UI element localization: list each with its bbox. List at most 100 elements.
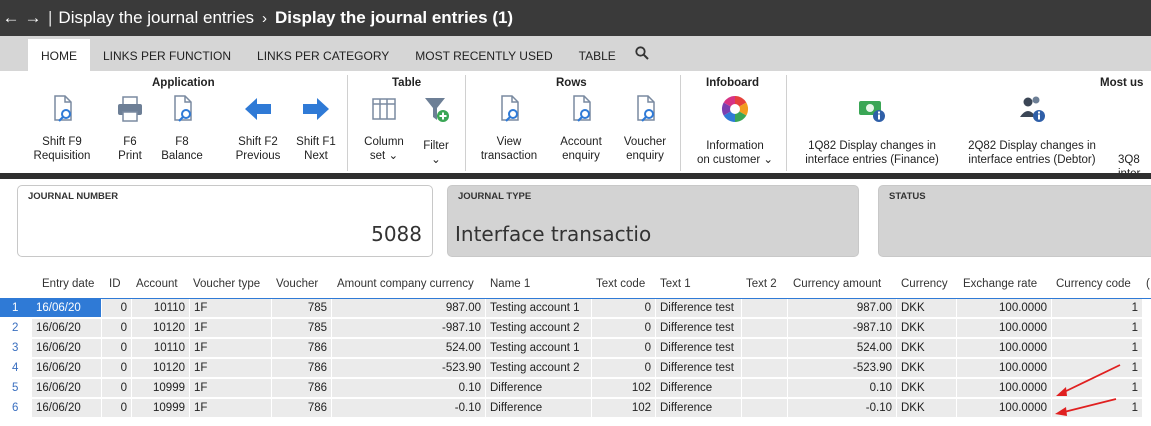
col-header-truncated[interactable]: ( [1146,278,1150,290]
col-header-currency-amount[interactable]: Currency amount [793,278,881,290]
table-row[interactable]: 1 16/06/20 0 10110 1F 785 987.00 Testing accoun… [0,298,1151,318]
row-number[interactable]: 3 [0,339,32,357]
cell-entry-date[interactable]: 16/06/20 [32,379,102,397]
cell-amount-company-currency[interactable]: 0.10 [332,379,486,397]
tab-most-recently-used[interactable]: MOST RECENTLY USED [402,41,565,71]
row-number[interactable]: 2 [0,319,32,337]
cell-currency-amount[interactable]: 524.00 [788,339,897,357]
account-enquiry-button[interactable]: Account enquiry [545,93,617,163]
cell-amount-company-currency[interactable]: -0.10 [332,399,486,417]
col-header-voucher-type[interactable]: Voucher type [193,278,260,290]
cell-account[interactable]: 10999 [132,399,190,417]
cell-name-1[interactable]: Testing account 2 [486,319,592,337]
table-row[interactable]: 3 16/06/20 0 10110 1F 786 524.00 Testing accoun… [0,338,1151,358]
cell-voucher-type[interactable]: 1F [190,379,272,397]
cell-currency-code[interactable]: 1 [1052,399,1143,417]
cell-text-1[interactable]: Difference test [656,299,742,317]
cell-id[interactable]: 0 [102,379,132,397]
cell-text-2[interactable] [742,299,788,317]
cell-text-code[interactable]: 102 [592,379,656,397]
tab-links-per-category[interactable]: LINKS PER CATEGORY [244,41,402,71]
cell-amount-company-currency[interactable]: 524.00 [332,339,486,357]
cell-voucher[interactable]: 786 [272,379,332,397]
table-row[interactable]: 6 16/06/20 0 10999 1F 786 -0.10 Difference 102 Di… [0,398,1151,418]
cell-voucher[interactable]: 786 [272,359,332,377]
cell-text-code[interactable]: 0 [592,359,656,377]
view-transaction-button[interactable]: View transaction [473,93,545,163]
cell-exchange-rate[interactable]: 100.0000 [957,319,1052,337]
col-header-text-2[interactable]: Text 2 [746,278,777,290]
display-changes-finance-button[interactable]: 1Q82 Display changes in interface entrie… [797,93,947,167]
cell-currency[interactable]: DKK [897,399,957,417]
tab-table[interactable]: TABLE [566,41,629,71]
table-row[interactable]: 5 16/06/20 0 10999 1F 786 0.10 Difference 102 Dif… [0,378,1151,398]
cell-voucher[interactable]: 786 [272,399,332,417]
cell-text-code[interactable]: 0 [592,319,656,337]
cell-entry-date[interactable]: 16/06/20 [32,299,102,317]
cell-currency[interactable]: DKK [897,319,957,337]
cell-currency[interactable]: DKK [897,299,957,317]
col-header-exchange-rate[interactable]: Exchange rate [963,278,1037,290]
cell-id[interactable]: 0 [102,319,132,337]
cell-text-2[interactable] [742,399,788,417]
cell-entry-date[interactable]: 16/06/20 [32,359,102,377]
cell-amount-company-currency[interactable]: -987.10 [332,319,486,337]
cell-currency-amount[interactable]: 0.10 [788,379,897,397]
cell-currency[interactable]: DKK [897,339,957,357]
cell-currency-code[interactable]: 1 [1052,299,1143,317]
cell-voucher-type[interactable]: 1F [190,359,272,377]
cell-entry-date[interactable]: 16/06/20 [32,399,102,417]
cell-id[interactable]: 0 [102,339,132,357]
cell-text-1[interactable]: Difference [656,399,742,417]
cell-name-1[interactable]: Difference [486,379,592,397]
voucher-enquiry-button[interactable]: Voucher enquiry [609,93,681,163]
cell-currency[interactable]: DKK [897,379,957,397]
row-number[interactable]: 6 [0,399,32,417]
cell-text-1[interactable]: Difference test [656,339,742,357]
cell-voucher-type[interactable]: 1F [190,339,272,357]
col-header-voucher[interactable]: Voucher [276,278,318,290]
search-icon[interactable] [629,41,655,71]
cell-voucher-type[interactable]: 1F [190,299,272,317]
cell-currency-amount[interactable]: -987.10 [788,319,897,337]
cell-exchange-rate[interactable]: 100.0000 [957,359,1052,377]
breadcrumb-parent[interactable]: Display the journal entries [58,8,254,28]
cell-currency-code[interactable]: 1 [1052,339,1143,357]
col-header-account[interactable]: Account [136,278,178,290]
col-header-currency[interactable]: Currency [901,278,948,290]
cell-currency-code[interactable]: 1 [1052,319,1143,337]
row-number[interactable]: 4 [0,359,32,377]
cell-voucher[interactable]: 785 [272,319,332,337]
col-header-entry-date[interactable]: Entry date [42,278,94,290]
back-arrow-icon[interactable]: ← [0,8,22,28]
cell-text-1[interactable]: Difference test [656,359,742,377]
cell-text-1[interactable]: Difference test [656,319,742,337]
cell-text-code[interactable]: 0 [592,339,656,357]
cell-currency-amount[interactable]: 987.00 [788,299,897,317]
col-header-id[interactable]: ID [109,278,121,290]
cell-entry-date[interactable]: 16/06/20 [32,319,102,337]
cell-text-2[interactable] [742,319,788,337]
table-row[interactable]: 4 16/06/20 0 10120 1F 786 -523.90 Testing accou… [0,358,1151,378]
display-changes-debtor-button[interactable]: 2Q82 Display changes in interface entrie… [957,93,1107,167]
cell-id[interactable]: 0 [102,299,132,317]
row-number[interactable]: 5 [0,379,32,397]
col-header-currency-code[interactable]: Currency code [1056,278,1131,290]
cell-currency-code[interactable]: 1 [1052,379,1143,397]
cell-id[interactable]: 0 [102,359,132,377]
cell-name-1[interactable]: Testing account 1 [486,339,592,357]
cell-text-code[interactable]: 0 [592,299,656,317]
cell-text-2[interactable] [742,339,788,357]
table-row[interactable]: 2 16/06/20 0 10120 1F 785 -987.10 Testing accou… [0,318,1151,338]
display-changes-3-button[interactable]: 3Q8 inter [1118,93,1151,181]
cell-account[interactable]: 10120 [132,359,190,377]
cell-currency[interactable]: DKK [897,359,957,377]
cell-text-1[interactable]: Difference [656,379,742,397]
cell-amount-company-currency[interactable]: -523.90 [332,359,486,377]
cell-name-1[interactable]: Testing account 2 [486,359,592,377]
col-header-text-code[interactable]: Text code [596,278,645,290]
cell-account[interactable]: 10120 [132,319,190,337]
cell-currency-amount[interactable]: -523.90 [788,359,897,377]
cell-text-2[interactable] [742,359,788,377]
row-number[interactable]: 1 [0,299,32,317]
